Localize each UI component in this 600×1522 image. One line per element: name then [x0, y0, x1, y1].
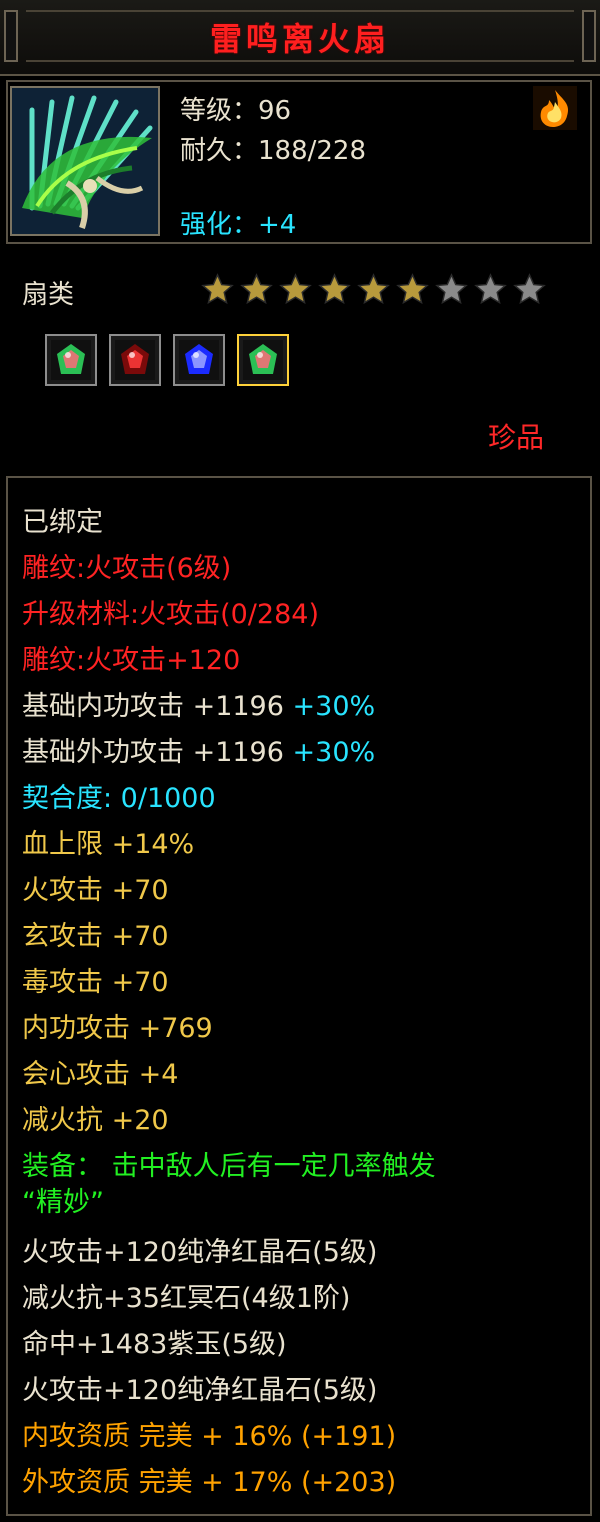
poison-attack: 毒攻击 +70 — [22, 967, 169, 998]
equip-effect-name: “精妙” — [22, 1187, 104, 1218]
base-inner-attack-percent: +30% — [292, 691, 376, 722]
item-category: 扇类 — [22, 280, 75, 310]
inner-attack-quality: 内攻资质 完美 + 16% (+191) — [22, 1421, 397, 1452]
purple-jade-gem-icon[interactable] — [173, 334, 225, 386]
item-rarity: 珍品 — [488, 421, 545, 454]
bind-status: 已绑定 — [22, 507, 103, 538]
star-filled-icon — [356, 272, 391, 307]
star-rating — [200, 272, 547, 308]
item-enhance-level: 强化：+4 — [180, 210, 297, 240]
star-filled-icon — [239, 272, 274, 307]
base-outer-attack-label: 基础外功攻击 +1196 — [22, 737, 284, 768]
equip-effect: 装备： 击中敌人后有一定几率触发 — [22, 1151, 436, 1182]
gem-slot-2: 减火抗+35红冥石(4级1阶) — [22, 1283, 351, 1314]
item-tooltip: 雷鸣离火扇 等级：96 耐久：188/228 强化：+4 扇类 珍品 已绑定 雕… — [0, 0, 600, 1522]
gem-slot-1: 火攻击+120纯净红晶石(5级) — [22, 1237, 378, 1268]
inner-attack: 内功攻击 +769 — [22, 1013, 213, 1044]
xuan-attack: 玄攻击 +70 — [22, 921, 169, 952]
item-name: 雷鸣离火扇 — [209, 20, 390, 58]
engrave-bonus: 雕纹:火攻击+120 — [22, 645, 241, 676]
star-filled-icon — [395, 272, 430, 307]
fire-attack: 火攻击 +70 — [22, 875, 169, 906]
item-level: 等级：96 — [180, 96, 292, 126]
base-outer-attack-percent: +30% — [292, 737, 376, 768]
star-empty-icon — [512, 272, 547, 307]
star-filled-icon — [317, 272, 352, 307]
affinity: 契合度: 0/1000 — [22, 783, 216, 814]
feather-fan-icon — [10, 86, 160, 236]
star-filled-icon — [278, 272, 313, 307]
engrave-level: 雕纹:火攻击(6级) — [22, 553, 232, 584]
upgrade-material: 升级材料:火攻击(0/284) — [22, 599, 319, 630]
star-empty-icon — [434, 272, 469, 307]
star-filled-icon — [200, 272, 235, 307]
fire-element-icon — [533, 86, 577, 130]
title-bar: 雷鸣离火扇 — [0, 0, 600, 76]
red-ming-stone-gem-icon[interactable] — [109, 334, 161, 386]
crit-attack: 会心攻击 +4 — [22, 1059, 179, 1090]
pure-red-crystal-gem-icon[interactable] — [45, 334, 97, 386]
gem-slot-3: 命中+1483紫玉(5级) — [22, 1329, 287, 1360]
item-durability: 耐久：188/228 — [180, 136, 367, 166]
base-outer-attack: 基础外功攻击 +1196 +30% — [22, 738, 375, 768]
pure-red-crystal-gem-icon[interactable] — [237, 334, 289, 386]
gem-slot-4: 火攻击+120纯净红晶石(5级) — [22, 1375, 378, 1406]
gem-socket-row — [45, 334, 289, 386]
star-empty-icon — [473, 272, 508, 307]
outer-attack-quality: 外攻资质 完美 + 17% (+203) — [22, 1467, 397, 1498]
base-inner-attack: 基础内功攻击 +1196 +30% — [22, 692, 375, 722]
hp-cap: 血上限 +14% — [22, 829, 195, 860]
fire-resist-reduction: 减火抗 +20 — [22, 1105, 169, 1136]
base-inner-attack-label: 基础内功攻击 +1196 — [22, 691, 284, 722]
